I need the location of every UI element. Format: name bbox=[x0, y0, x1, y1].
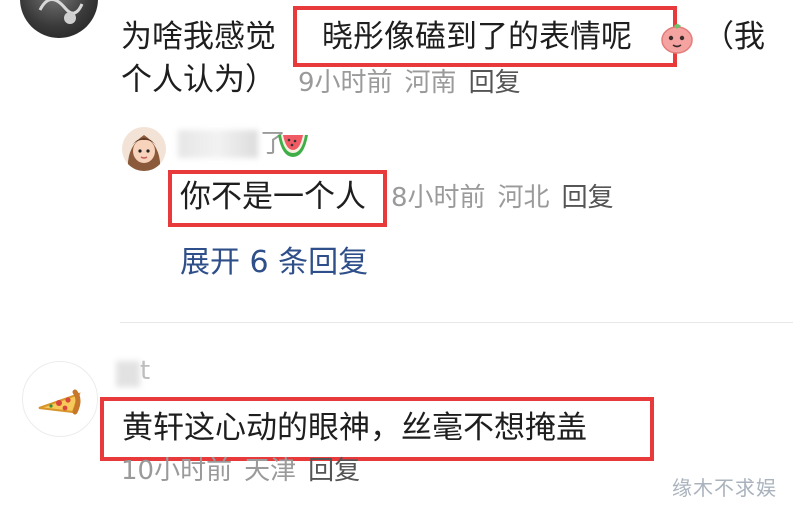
reply-location: 河北 bbox=[497, 183, 550, 213]
comment-location: 河南 bbox=[404, 68, 457, 98]
comment2-meta: 10小时前 天津 回复 bbox=[121, 458, 372, 484]
comment-highlight-text: 晓彤像磕到了的表情呢 bbox=[322, 19, 632, 55]
pizza-icon bbox=[38, 389, 81, 415]
reply-highlight-text: 你不是一个人 bbox=[180, 179, 366, 215]
comment2-username-blurred bbox=[116, 361, 140, 387]
reply-time: 8小时前 bbox=[391, 183, 486, 213]
watermark-text: 缘木不求娱 bbox=[672, 476, 777, 500]
watermelon-emoji-icon bbox=[276, 131, 310, 159]
comment-text-line2: 个人认为） bbox=[121, 62, 276, 98]
comment-text-before: 为啥我感觉 bbox=[121, 19, 276, 55]
comment-time: 9小时前 bbox=[298, 68, 393, 98]
reply-meta: 8小时前 河北 回复 bbox=[391, 185, 626, 211]
comment-divider bbox=[120, 322, 793, 323]
comment2-location: 天津 bbox=[244, 456, 297, 486]
reply-avatar[interactable] bbox=[122, 127, 166, 171]
expand-replies-link[interactable]: 展开 6 条回复 bbox=[180, 248, 368, 278]
comment2-username-partial: t bbox=[140, 356, 151, 386]
reply-username-blurred bbox=[178, 130, 258, 158]
comment2-avatar[interactable] bbox=[22, 361, 98, 437]
avatar-art-icon bbox=[38, 0, 84, 24]
girl-avatar-icon bbox=[127, 135, 161, 171]
peach-emoji-icon bbox=[658, 18, 696, 56]
comment2-highlight-text: 黄轩这心动的眼神，丝毫不想掩盖 bbox=[122, 410, 587, 446]
commenter-avatar[interactable] bbox=[20, 0, 98, 38]
comment-text-after: （我 bbox=[703, 19, 765, 55]
comment2-time: 10小时前 bbox=[121, 456, 233, 486]
reply-button[interactable]: 回复 bbox=[469, 68, 521, 98]
comment-meta: 9小时前 河南 回复 bbox=[298, 70, 533, 96]
reply-reply-button[interactable]: 回复 bbox=[562, 183, 614, 213]
comment2-reply-button[interactable]: 回复 bbox=[308, 456, 360, 486]
